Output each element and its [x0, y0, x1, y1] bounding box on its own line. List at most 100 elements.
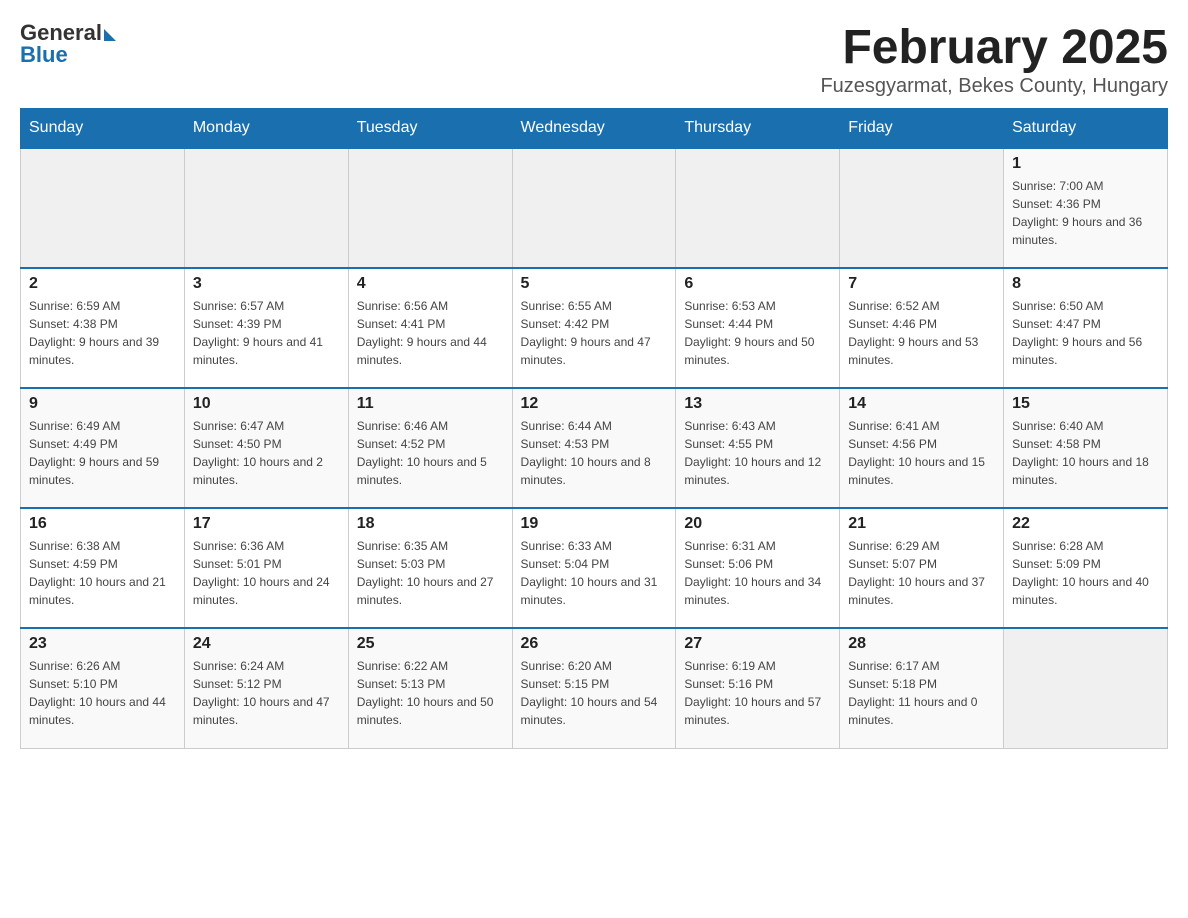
- calendar-cell: 1Sunrise: 7:00 AMSunset: 4:36 PMDaylight…: [1004, 148, 1168, 268]
- day-info: Sunrise: 6:35 AMSunset: 5:03 PMDaylight:…: [357, 537, 504, 609]
- day-number: 19: [521, 515, 668, 533]
- calendar-cell: 9Sunrise: 6:49 AMSunset: 4:49 PMDaylight…: [21, 388, 185, 508]
- day-info: Sunrise: 6:50 AMSunset: 4:47 PMDaylight:…: [1012, 297, 1159, 369]
- calendar-header-row: SundayMondayTuesdayWednesdayThursdayFrid…: [21, 109, 1168, 149]
- day-info: Sunrise: 6:19 AMSunset: 5:16 PMDaylight:…: [684, 657, 831, 729]
- calendar-day-header: Thursday: [676, 109, 840, 149]
- day-number: 28: [848, 635, 995, 653]
- calendar-cell: 3 Sunrise: 6:57 AMSunset: 4:39 PMDaylight…: [184, 268, 348, 388]
- day-number: 7: [848, 275, 995, 293]
- day-info: Sunrise: 6:47 AMSunset: 4:50 PMDaylight:…: [193, 417, 340, 489]
- calendar-cell: [1004, 628, 1168, 748]
- calendar-cell: 20Sunrise: 6:31 AMSunset: 5:06 PMDayligh…: [676, 508, 840, 628]
- day-number: 1: [1012, 155, 1159, 173]
- calendar-cell: 5 Sunrise: 6:55 AMSunset: 4:42 PMDaylight…: [512, 268, 676, 388]
- title-section: February 2025 Fuzesgyarmat, Bekes County…: [820, 20, 1168, 98]
- day-info: Sunrise: 6:33 AMSunset: 5:04 PMDaylight:…: [521, 537, 668, 609]
- day-number: 27: [684, 635, 831, 653]
- day-number: 25: [357, 635, 504, 653]
- calendar-cell: 16 Sunrise: 6:38 AMSunset: 4:59 PMDayligh…: [21, 508, 185, 628]
- calendar-cell: 19 Sunrise: 6:33 AMSunset: 5:04 PMDayligh…: [512, 508, 676, 628]
- day-info: Sunrise: 6:59 AMSunset: 4:38 PMDaylight:…: [29, 297, 176, 369]
- day-info: Sunrise: 6:56 AMSunset: 4:41 PMDaylight:…: [357, 297, 504, 369]
- day-number: 22: [1012, 515, 1159, 533]
- calendar-cell: 11 Sunrise: 6:46 AMSunset: 4:52 PMDayligh…: [348, 388, 512, 508]
- calendar-week-row: 2 Sunrise: 6:59 AMSunset: 4:38 PMDaylight…: [21, 268, 1168, 388]
- day-info: Sunrise: 6:29 AMSunset: 5:07 PMDaylight:…: [848, 537, 995, 609]
- calendar-cell: [21, 148, 185, 268]
- calendar-day-header: Sunday: [21, 109, 185, 149]
- day-number: 14: [848, 395, 995, 413]
- logo-blue-text: Blue: [20, 42, 68, 68]
- day-number: 20: [684, 515, 831, 533]
- day-number: 3: [193, 275, 340, 293]
- calendar-cell: [512, 148, 676, 268]
- calendar-cell: 10 Sunrise: 6:47 AMSunset: 4:50 PMDayligh…: [184, 388, 348, 508]
- calendar-cell: 12 Sunrise: 6:44 AMSunset: 4:53 PMDayligh…: [512, 388, 676, 508]
- calendar-cell: [348, 148, 512, 268]
- day-info: Sunrise: 6:38 AMSunset: 4:59 PMDaylight:…: [29, 537, 176, 609]
- day-number: 21: [848, 515, 995, 533]
- calendar-cell: 22 Sunrise: 6:28 AMSunset: 5:09 PMDayligh…: [1004, 508, 1168, 628]
- calendar-cell: 25Sunrise: 6:22 AMSunset: 5:13 PMDayligh…: [348, 628, 512, 748]
- calendar-cell: 26 Sunrise: 6:20 AMSunset: 5:15 PMDayligh…: [512, 628, 676, 748]
- calendar-cell: 4 Sunrise: 6:56 AMSunset: 4:41 PMDaylight…: [348, 268, 512, 388]
- day-info: Sunrise: 6:17 AMSunset: 5:18 PMDaylight:…: [848, 657, 995, 729]
- day-info: Sunrise: 6:49 AMSunset: 4:49 PMDaylight:…: [29, 417, 176, 489]
- calendar-table: SundayMondayTuesdayWednesdayThursdayFrid…: [20, 108, 1168, 749]
- month-title: February 2025: [820, 20, 1168, 75]
- day-number: 4: [357, 275, 504, 293]
- day-info: Sunrise: 6:28 AMSunset: 5:09 PMDaylight:…: [1012, 537, 1159, 609]
- day-info: Sunrise: 6:36 AMSunset: 5:01 PMDaylight:…: [193, 537, 340, 609]
- day-info: Sunrise: 6:55 AMSunset: 4:42 PMDaylight:…: [521, 297, 668, 369]
- day-info: Sunrise: 6:44 AMSunset: 4:53 PMDaylight:…: [521, 417, 668, 489]
- calendar-cell: 28 Sunrise: 6:17 AMSunset: 5:18 PMDayligh…: [840, 628, 1004, 748]
- day-number: 8: [1012, 275, 1159, 293]
- day-number: 12: [521, 395, 668, 413]
- calendar-cell: 6 Sunrise: 6:53 AMSunset: 4:44 PMDaylight…: [676, 268, 840, 388]
- calendar-cell: 2 Sunrise: 6:59 AMSunset: 4:38 PMDaylight…: [21, 268, 185, 388]
- calendar-week-row: 9Sunrise: 6:49 AMSunset: 4:49 PMDaylight…: [21, 388, 1168, 508]
- day-info: Sunrise: 6:20 AMSunset: 5:15 PMDaylight:…: [521, 657, 668, 729]
- calendar-cell: 27 Sunrise: 6:19 AMSunset: 5:16 PMDayligh…: [676, 628, 840, 748]
- day-number: 5: [521, 275, 668, 293]
- day-info: Sunrise: 6:57 AMSunset: 4:39 PMDaylight:…: [193, 297, 340, 369]
- day-number: 13: [684, 395, 831, 413]
- calendar-cell: 8 Sunrise: 6:50 AMSunset: 4:47 PMDaylight…: [1004, 268, 1168, 388]
- day-number: 16: [29, 515, 176, 533]
- day-info: Sunrise: 6:46 AMSunset: 4:52 PMDaylight:…: [357, 417, 504, 489]
- day-number: 2: [29, 275, 176, 293]
- day-number: 26: [521, 635, 668, 653]
- calendar-cell: 15 Sunrise: 6:40 AMSunset: 4:58 PMDayligh…: [1004, 388, 1168, 508]
- calendar-cell: 7 Sunrise: 6:52 AMSunset: 4:46 PMDaylight…: [840, 268, 1004, 388]
- day-number: 10: [193, 395, 340, 413]
- calendar-cell: 13Sunrise: 6:43 AMSunset: 4:55 PMDayligh…: [676, 388, 840, 508]
- day-info: Sunrise: 6:24 AMSunset: 5:12 PMDaylight:…: [193, 657, 340, 729]
- day-number: 6: [684, 275, 831, 293]
- calendar-week-row: 1Sunrise: 7:00 AMSunset: 4:36 PMDaylight…: [21, 148, 1168, 268]
- calendar-day-header: Monday: [184, 109, 348, 149]
- calendar-cell: 17 Sunrise: 6:36 AMSunset: 5:01 PMDayligh…: [184, 508, 348, 628]
- day-info: Sunrise: 6:52 AMSunset: 4:46 PMDaylight:…: [848, 297, 995, 369]
- calendar-cell: 18Sunrise: 6:35 AMSunset: 5:03 PMDayligh…: [348, 508, 512, 628]
- calendar-cell: 21 Sunrise: 6:29 AMSunset: 5:07 PMDayligh…: [840, 508, 1004, 628]
- logo-arrow-icon: [104, 29, 116, 41]
- page-header: General Blue February 2025 Fuzesgyarmat,…: [20, 20, 1168, 98]
- day-number: 17: [193, 515, 340, 533]
- day-number: 23: [29, 635, 176, 653]
- location-subtitle: Fuzesgyarmat, Bekes County, Hungary: [820, 75, 1168, 98]
- day-number: 24: [193, 635, 340, 653]
- day-number: 15: [1012, 395, 1159, 413]
- calendar-day-header: Saturday: [1004, 109, 1168, 149]
- day-info: Sunrise: 6:41 AMSunset: 4:56 PMDaylight:…: [848, 417, 995, 489]
- calendar-day-header: Wednesday: [512, 109, 676, 149]
- logo: General Blue: [20, 20, 116, 68]
- day-info: Sunrise: 6:26 AMSunset: 5:10 PMDaylight:…: [29, 657, 176, 729]
- day-info: Sunrise: 6:40 AMSunset: 4:58 PMDaylight:…: [1012, 417, 1159, 489]
- calendar-cell: [840, 148, 1004, 268]
- calendar-cell: [676, 148, 840, 268]
- day-number: 11: [357, 395, 504, 413]
- day-info: Sunrise: 6:53 AMSunset: 4:44 PMDaylight:…: [684, 297, 831, 369]
- calendar-day-header: Friday: [840, 109, 1004, 149]
- calendar-cell: 14 Sunrise: 6:41 AMSunset: 4:56 PMDayligh…: [840, 388, 1004, 508]
